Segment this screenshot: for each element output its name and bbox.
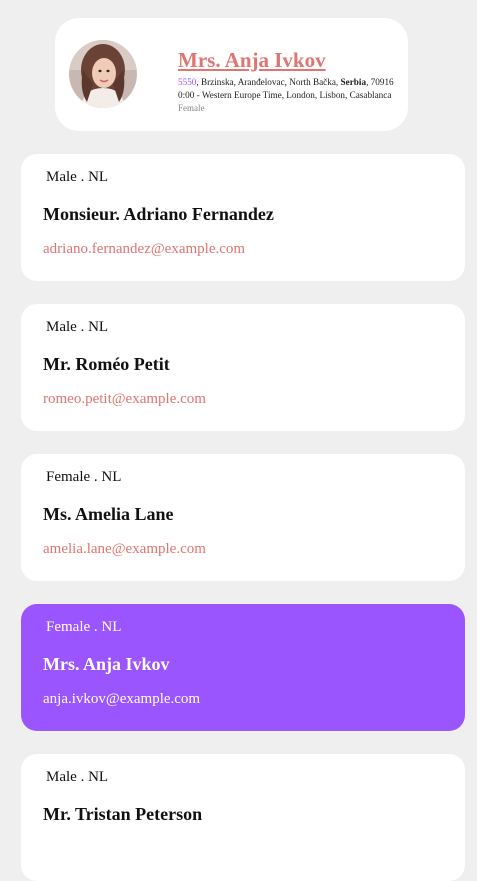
user-card-adriano-fernandez[interactable]: Male . NL Monsieur. Adriano Fernandez ad…	[21, 154, 465, 281]
user-email: romeo.petit@example.com	[43, 391, 206, 407]
profile-gender: Female	[178, 103, 205, 113]
user-meta: Male . NL	[46, 169, 109, 185]
profile-street-number: 5550	[178, 77, 197, 87]
user-card-romeo-petit[interactable]: Male . NL Mr. Roméo Petit romeo.petit@ex…	[21, 304, 465, 431]
user-card-tristan-peterson[interactable]: Male . NL Mr. Tristan Peterson	[21, 754, 465, 881]
user-name: Monsieur. Adriano Fernandez	[43, 204, 274, 224]
profile-avatar	[69, 40, 137, 108]
user-card-anja-ivkov-selected[interactable]: Female . NL Mrs. Anja Ivkov anja.ivkov@e…	[21, 604, 465, 731]
profile-address: 5550, Brzinska, Aranđelovac, North Bačka…	[178, 76, 394, 88]
user-email: amelia.lane@example.com	[43, 541, 206, 557]
profile-name-link[interactable]: Mrs. Anja Ivkov	[178, 48, 326, 72]
profile-postcode: , 70916	[366, 77, 394, 87]
user-name: Ms. Amelia Lane	[43, 504, 174, 524]
profile-address-rest: , Brzinska, Aranđelovac, North Bačka,	[196, 77, 341, 87]
user-meta: Male . NL	[46, 769, 109, 785]
profile-timezone: 0:00 - Western Europe Time, London, Lisb…	[178, 90, 392, 100]
profile-country: Serbia	[340, 77, 367, 87]
user-name: Mr. Roméo Petit	[43, 354, 170, 374]
user-meta: Male . NL	[46, 319, 109, 335]
user-meta: Female . NL	[46, 619, 122, 635]
user-email: anja.ivkov@example.com	[43, 691, 201, 707]
user-name: Mrs. Anja Ivkov	[43, 654, 170, 674]
user-email: adriano.fernandez@example.com	[43, 241, 246, 257]
user-meta: Female . NL	[46, 469, 122, 485]
user-card-amelia-lane[interactable]: Female . NL Ms. Amelia Lane amelia.lane@…	[21, 454, 465, 581]
profile-card: Mrs. Anja Ivkov 5550, Brzinska, Aranđelo…	[55, 18, 408, 131]
